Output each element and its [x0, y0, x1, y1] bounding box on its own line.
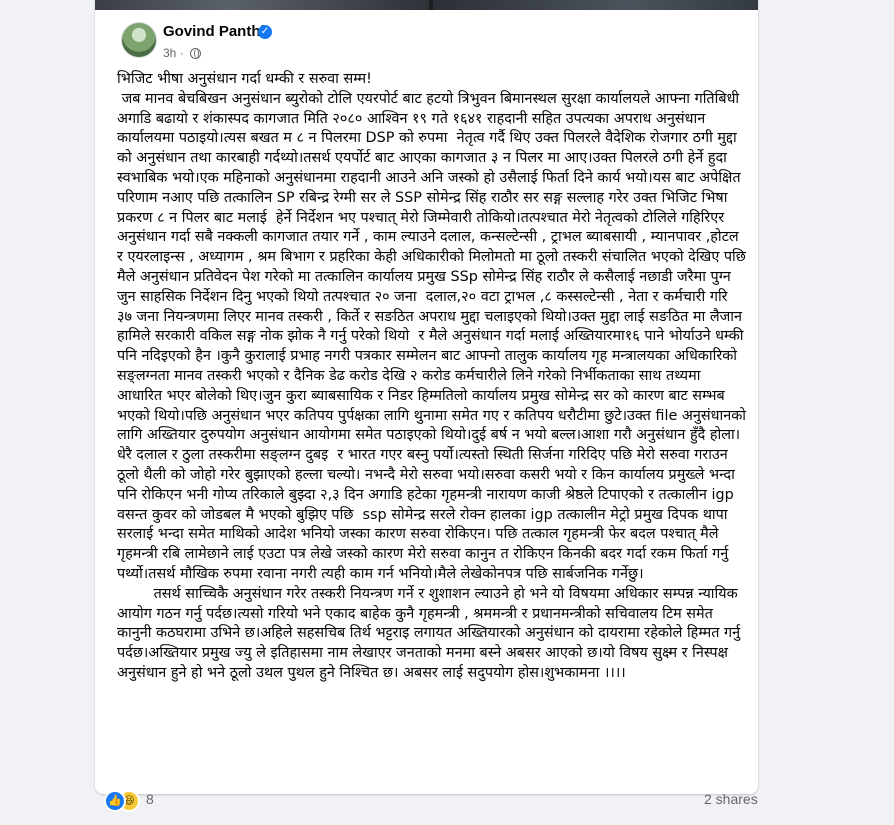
share-count[interactable]: 2 shares [704, 791, 758, 807]
verified-badge-icon: ✓ [258, 25, 272, 39]
photo-thumbnail-left[interactable] [95, 0, 429, 10]
reaction-count[interactable]: 8 [146, 791, 154, 807]
author-name[interactable]: Govind Panthi [163, 23, 265, 40]
image-strip[interactable] [95, 0, 758, 10]
photo-thumbnail-right[interactable] [433, 0, 758, 10]
post-card: Govind Panthi ✓ 3h · भिजिट भीषा अनुसंधान… [95, 0, 758, 794]
timestamp[interactable]: 3h [163, 46, 176, 60]
like-reaction-icon: 👍 [104, 790, 126, 812]
post-body: भिजिट भीषा अनुसंधान गर्दा धम्की र सरुवा … [117, 71, 746, 681]
post-meta: 3h · [163, 46, 202, 60]
avatar[interactable] [121, 22, 157, 58]
globe-icon [190, 48, 202, 59]
